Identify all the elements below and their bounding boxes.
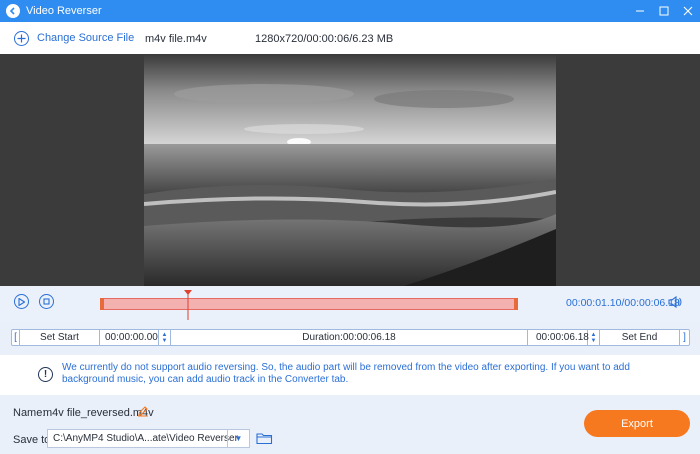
name-label: Name:	[13, 407, 46, 419]
start-time-field[interactable]: 00:00:00.00	[100, 330, 159, 345]
volume-icon[interactable]	[668, 295, 682, 312]
video-preview-area	[0, 54, 700, 286]
trim-end-handle[interactable]	[514, 298, 518, 310]
duration-text: Duration:00:00:06.18	[302, 332, 396, 343]
start-time-stepper[interactable]: ▲ ▼	[159, 330, 171, 345]
trim-start-handle[interactable]	[100, 298, 104, 310]
set-end-label: Set End	[621, 332, 658, 343]
left-bracket-icon: [	[12, 330, 20, 345]
add-icon	[14, 30, 29, 46]
timeline-bar: 00:00:01.10/00:00:06.18	[0, 286, 700, 322]
change-source-button[interactable]: Change Source File	[14, 30, 135, 46]
save-path-value: C:\AnyMP4 Studio\A...ate\Video Reverser	[53, 433, 238, 444]
current-time: 00:00:01.10	[566, 297, 622, 309]
start-time-value: 00:00:00.00	[105, 332, 158, 343]
minimize-icon[interactable]	[628, 0, 652, 22]
change-source-label: Change Source File	[37, 32, 135, 44]
window-title: Video Reverser	[26, 5, 102, 17]
time-readout: 00:00:01.10/00:00:06.18	[566, 297, 680, 309]
source-info-bar: Change Source File m4v file.m4v 1280x720…	[0, 22, 700, 54]
source-file-name: m4v file.m4v	[145, 33, 207, 45]
end-time-field[interactable]: 00:00:06.18	[528, 330, 589, 345]
end-time-stepper[interactable]: ▲ ▼	[588, 330, 600, 345]
maximize-icon[interactable]	[652, 0, 676, 22]
set-start-button[interactable]: Set Start	[20, 330, 100, 345]
output-settings: Name: m4v file_reversed.m4v Save to: C:\…	[0, 395, 700, 454]
stop-button[interactable]	[39, 294, 54, 309]
edit-name-icon[interactable]	[137, 405, 149, 420]
chevron-down-icon[interactable]: ▼	[227, 430, 249, 447]
playhead[interactable]	[183, 290, 192, 320]
play-button[interactable]	[14, 294, 29, 309]
close-icon[interactable]	[676, 0, 700, 22]
right-bracket-icon: ]	[683, 332, 686, 343]
source-file-meta: 1280x720/00:00:06/6.23 MB	[255, 33, 394, 45]
set-end-button[interactable]: Set End	[600, 330, 680, 345]
trim-track[interactable]	[100, 298, 518, 310]
duration-display: Duration:00:00:06.18	[171, 330, 528, 345]
info-icon: !	[38, 367, 53, 382]
export-button[interactable]: Export	[584, 410, 690, 437]
app-logo-icon	[6, 4, 20, 18]
open-folder-icon[interactable]	[256, 431, 273, 448]
title-bar: Video Reverser	[0, 0, 700, 22]
audio-notice: ! We currently do not support audio reve…	[0, 355, 700, 395]
end-time-value: 00:00:06.18	[536, 332, 589, 343]
set-start-label: Set Start	[40, 332, 79, 343]
video-frame	[144, 54, 556, 286]
save-path-select[interactable]: C:\AnyMP4 Studio\A...ate\Video Reverser …	[47, 429, 250, 448]
range-control-row: [ Set Start 00:00:00.00 ▲ ▼ Duration:00:0…	[11, 329, 690, 346]
notice-message: We currently do not support audio revers…	[62, 362, 630, 385]
